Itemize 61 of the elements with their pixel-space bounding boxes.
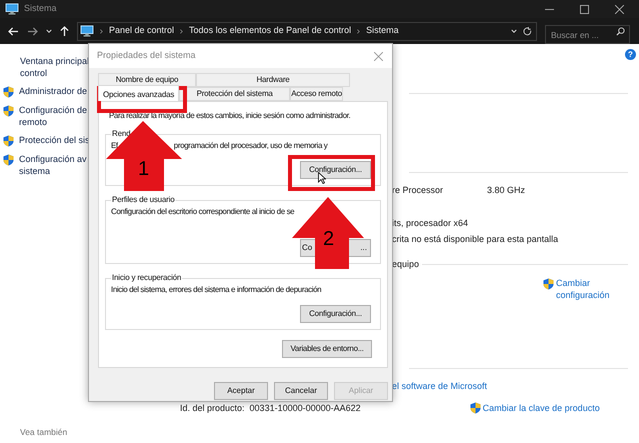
chevron-down-icon[interactable] [46, 28, 52, 34]
sidebar-link[interactable]: Ventana principal [20, 55, 90, 67]
back-arrow-icon[interactable] [8, 26, 19, 36]
refresh-icon[interactable] [523, 26, 532, 36]
group-title: Perfiles de usuario [111, 194, 176, 206]
group-description: Inicio del sistema, errores del sistema e información de depuración [111, 284, 322, 296]
settings-button[interactable]: Configuración... [300, 305, 371, 323]
processor-speed: 3.80 GHz [487, 184, 526, 196]
forward-arrow-icon[interactable] [27, 26, 38, 36]
window-title: Sistema [24, 2, 57, 16]
sidebar-link[interactable]: Configuración av [19, 153, 87, 165]
group-description: programación del procesador, uso de memoria y [174, 140, 328, 152]
breadcrumb-item[interactable]: Panel de control [109, 24, 174, 38]
shield-icon [3, 105, 14, 117]
shield-icon [470, 402, 481, 414]
up-arrow-icon[interactable] [60, 26, 69, 36]
breadcrumb-separator-icon [180, 28, 184, 34]
sidebar-link[interactable]: sistema [19, 165, 87, 177]
sidebar-link[interactable]: remoto [19, 116, 88, 128]
sidebar-link[interactable]: control [20, 67, 90, 79]
sidebar-link[interactable]: Configuración de [19, 104, 88, 116]
shield-icon [3, 154, 14, 166]
dialog-title: Propiedades del sistema [97, 49, 196, 62]
close-icon[interactable] [615, 4, 624, 14]
section-heading: equipo [392, 258, 420, 270]
shield-icon [543, 278, 554, 290]
change-key-link[interactable]: Cambiar la clave de producto [482, 402, 600, 414]
dialog-button[interactable]: Cancelar [274, 382, 328, 400]
product-id-label: Id. del producto: [180, 402, 245, 414]
search-icon [616, 26, 625, 36]
change-settings-link[interactable]: Cambiar configuración [556, 277, 610, 301]
search-field[interactable]: Buscar en ... [545, 25, 630, 44]
see-also-heading: Vea también [20, 426, 68, 439]
monitor-icon [5, 3, 19, 15]
environment-variables-button[interactable]: Variables de entorno... [282, 340, 372, 358]
group-title: Rend [111, 128, 132, 140]
tab[interactable]: Hardware [196, 73, 350, 87]
address-field[interactable]: Panel de control Todos los elementos de Panel de control Sistema [77, 22, 537, 40]
group-description: Ef [111, 140, 118, 152]
shield-icon [3, 135, 14, 147]
tab[interactable]: Protección del sistema [179, 87, 290, 101]
product-id-value: 00331-10000-00000-AA622 [250, 402, 361, 414]
tab[interactable]: Opciones avanzadas [98, 85, 180, 101]
tab[interactable]: Acceso remoto [290, 87, 344, 101]
group-description: Configuración del escritorio correspondiente al inicio de se [111, 206, 294, 218]
group-title: Inicio y recuperación [111, 272, 182, 284]
maximize-icon[interactable] [580, 4, 589, 14]
breadcrumb-separator-icon [100, 28, 103, 34]
breadcrumb-item[interactable]: Sistema [366, 24, 399, 38]
mouse-cursor-icon [318, 172, 326, 184]
step-number: 1 [138, 158, 150, 180]
help-icon[interactable]: ? [625, 49, 636, 60]
pen-input-text: crita no está disponible para esta pantalla [392, 233, 560, 245]
shield-icon [3, 86, 14, 98]
dialog-button[interactable]: Aceptar [214, 382, 268, 400]
computer-icon [80, 25, 94, 37]
settings-button[interactable]: Configuración... [300, 161, 371, 179]
breadcrumb-item[interactable]: Todos los elementos de Panel de control [189, 24, 352, 38]
breadcrumb-separator-icon [357, 28, 360, 34]
sidebar-link[interactable]: Administrador de [19, 85, 88, 97]
chevron-down-icon[interactable] [511, 28, 517, 34]
